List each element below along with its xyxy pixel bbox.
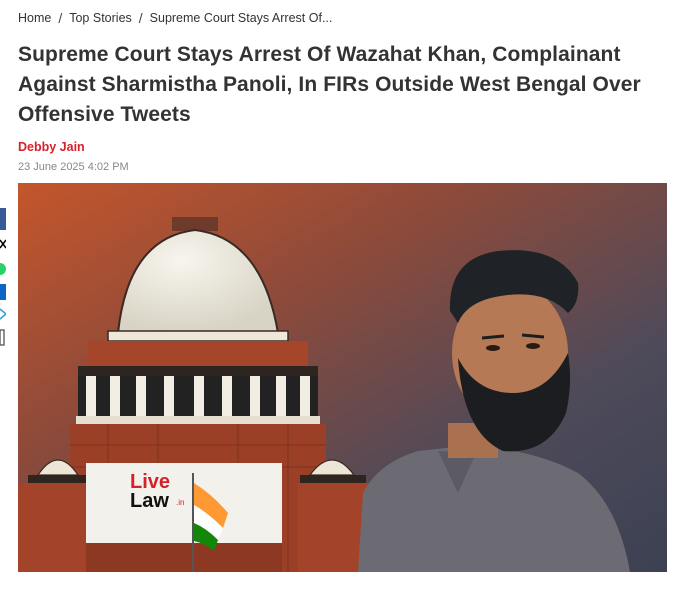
- publish-date: 23 June 2025 4:02 PM: [18, 161, 129, 173]
- breadcrumb: Home / Top Stories / Supreme Court Stays…: [18, 10, 332, 26]
- linkedin-icon[interactable]: [0, 284, 6, 300]
- svg-text:Law: Law: [130, 490, 169, 512]
- hero-image: Live Law .in: [18, 183, 667, 572]
- breadcrumb-separator: /: [58, 10, 63, 26]
- x-icon[interactable]: [0, 236, 7, 254]
- facebook-icon[interactable]: [0, 208, 6, 230]
- telegram-icon[interactable]: [0, 306, 8, 322]
- whatsapp-icon[interactable]: [0, 260, 6, 278]
- article-title: Supreme Court Stays Arrest Of Wazahat Kh…: [18, 43, 641, 126]
- svg-text:.in: .in: [176, 498, 184, 507]
- breadcrumb-home-link[interactable]: Home: [18, 11, 51, 25]
- breadcrumb-separator: /: [138, 10, 143, 26]
- breadcrumb-current: Supreme Court Stays Arrest Of...: [149, 11, 333, 25]
- author-link[interactable]: Debby Jain: [18, 140, 85, 154]
- breadcrumb-top-stories-link[interactable]: Top Stories: [69, 11, 132, 25]
- copy-link-icon[interactable]: [0, 328, 6, 348]
- share-bar: [0, 208, 8, 354]
